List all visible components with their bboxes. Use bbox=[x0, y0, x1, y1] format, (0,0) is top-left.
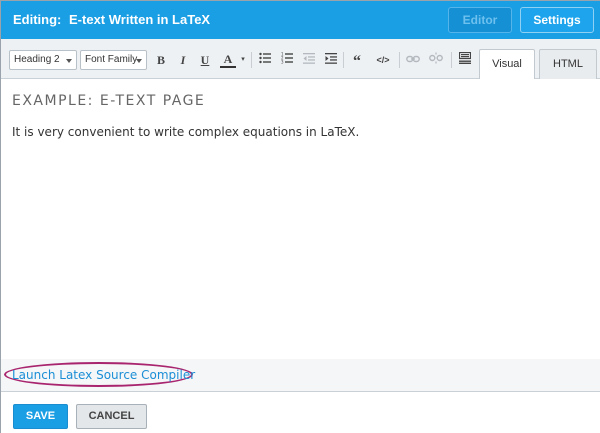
formatting-toolbar: Heading 2 Font Family B I U A ▾ 123 “ </… bbox=[1, 39, 600, 80]
chevron-down-icon bbox=[66, 59, 72, 63]
footer-bar: SAVE CANCEL bbox=[1, 391, 600, 433]
indent-icon[interactable] bbox=[323, 51, 339, 69]
font-family-dropdown[interactable]: Font Family bbox=[80, 50, 147, 70]
editor-button[interactable]: Editor bbox=[448, 7, 512, 33]
toolbar-divider bbox=[343, 52, 344, 68]
header-bar: Editing: E-text Written in LaTeX Editor … bbox=[1, 1, 600, 39]
bullet-list-icon[interactable] bbox=[257, 51, 273, 69]
block-format-dropdown[interactable]: Heading 2 bbox=[9, 50, 77, 70]
editor-content[interactable]: EXAMPLE: E-TEXT PAGE It is very convenie… bbox=[1, 79, 600, 359]
italic-button[interactable]: I bbox=[175, 51, 191, 69]
title-text: E-text Written in LaTeX bbox=[69, 12, 211, 27]
blockquote-button[interactable]: “ bbox=[349, 51, 365, 70]
page-title: Editing: E-text Written in LaTeX bbox=[13, 12, 210, 27]
content-heading: EXAMPLE: E-TEXT PAGE bbox=[12, 93, 206, 109]
numbered-list-icon[interactable]: 123 bbox=[279, 51, 295, 69]
block-format-value: Heading 2 bbox=[14, 54, 60, 65]
toolbar-divider bbox=[399, 52, 400, 68]
outdent-icon[interactable] bbox=[301, 51, 317, 69]
save-button[interactable]: SAVE bbox=[13, 404, 68, 429]
link-icon[interactable] bbox=[405, 51, 421, 69]
title-prefix: Editing: bbox=[13, 12, 62, 27]
editor-window: Editing: E-text Written in LaTeX Editor … bbox=[0, 0, 600, 433]
tab-visual[interactable]: Visual bbox=[479, 49, 535, 80]
cancel-button[interactable]: CANCEL bbox=[76, 404, 147, 429]
toolbar-divider bbox=[451, 52, 452, 68]
chevron-down-icon bbox=[136, 59, 142, 63]
settings-button[interactable]: Settings bbox=[520, 7, 594, 33]
font-color-caret-icon[interactable]: ▾ bbox=[235, 51, 251, 69]
font-color-button[interactable]: A bbox=[220, 51, 236, 68]
launch-latex-compiler-link[interactable]: Launch Latex Source Compiler bbox=[12, 368, 195, 382]
unlink-icon[interactable] bbox=[428, 51, 444, 69]
bold-button[interactable]: B bbox=[153, 51, 169, 69]
content-paragraph: It is very convenient to write complex e… bbox=[12, 125, 360, 139]
toolbar-toggle-icon[interactable] bbox=[457, 51, 473, 69]
tab-html[interactable]: HTML bbox=[539, 49, 597, 80]
code-button[interactable]: </> bbox=[372, 51, 394, 69]
svg-text:3: 3 bbox=[281, 60, 284, 65]
font-family-value: Font Family bbox=[85, 54, 138, 65]
compiler-link-strip: Launch Latex Source Compiler bbox=[1, 359, 600, 391]
toolbar-divider bbox=[251, 52, 252, 68]
underline-button[interactable]: U bbox=[197, 51, 213, 69]
